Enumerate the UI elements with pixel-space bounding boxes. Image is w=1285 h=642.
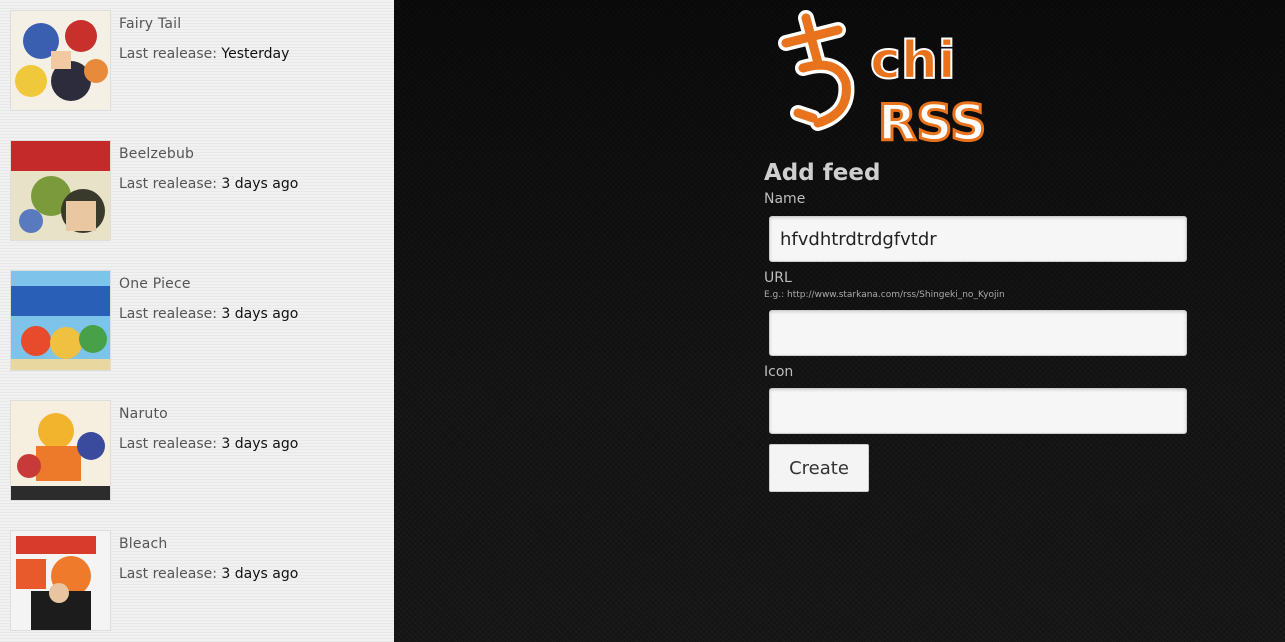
feed-release: Last realease: Yesterday [119,46,289,62]
feed-list: Fairy Tail Last realease: Yesterday Beel… [0,0,394,642]
name-input[interactable] [769,216,1187,262]
feed-item-one-piece[interactable]: One Piece Last realease: 3 days ago [10,270,390,371]
main-panel: chi RSS Add feed Name URL E.g.: http://w… [394,0,1285,642]
svg-text:chi: chi [870,31,956,91]
release-value: 3 days ago [221,436,299,452]
feed-name: One Piece [119,276,191,292]
release-label: Last realease: [119,306,217,322]
form-title: Add feed [764,160,881,186]
beelzebub-cover-image [10,140,111,241]
release-label: Last realease: [119,176,217,192]
feed-item-beelzebub[interactable]: Beelzebub Last realease: 3 days ago [10,140,390,241]
release-value: 3 days ago [221,306,299,322]
feed-item-bleach[interactable]: Bleach Last realease: 3 days ago [10,530,390,631]
url-hint: E.g.: http://www.starkana.com/rss/Shinge… [764,290,1005,300]
feed-name: Fairy Tail [119,16,182,32]
release-value: 3 days ago [221,176,299,192]
release-label: Last realease: [119,436,217,452]
feed-release: Last realease: 3 days ago [119,566,298,582]
icon-input[interactable] [769,388,1187,434]
url-label: URL [764,270,792,286]
release-value: Yesterday [221,46,290,62]
feed-item-naruto[interactable]: Naruto Last realease: 3 days ago [10,400,390,501]
svg-text:RSS: RSS [878,94,986,148]
fairy-tail-cover-image [10,10,111,111]
feed-release: Last realease: 3 days ago [119,176,298,192]
feed-release: Last realease: 3 days ago [119,436,298,452]
url-input[interactable] [769,310,1187,356]
tachi-rss-logo: chi RSS [778,10,988,148]
feed-item-fairy-tail[interactable]: Fairy Tail Last realease: Yesterday [10,10,390,111]
feed-name: Beelzebub [119,146,195,162]
feed-name: Naruto [119,406,168,422]
naruto-cover-image [10,400,111,501]
name-label: Name [764,191,806,207]
one-piece-cover-image [10,270,111,371]
bleach-cover-image [10,530,111,631]
release-value: 3 days ago [221,566,299,582]
icon-label: Icon [764,364,794,380]
release-label: Last realease: [119,566,217,582]
feed-release: Last realease: 3 days ago [119,306,298,322]
create-button[interactable]: Create [769,444,869,492]
feed-name: Bleach [119,536,168,552]
release-label: Last realease: [119,46,217,62]
